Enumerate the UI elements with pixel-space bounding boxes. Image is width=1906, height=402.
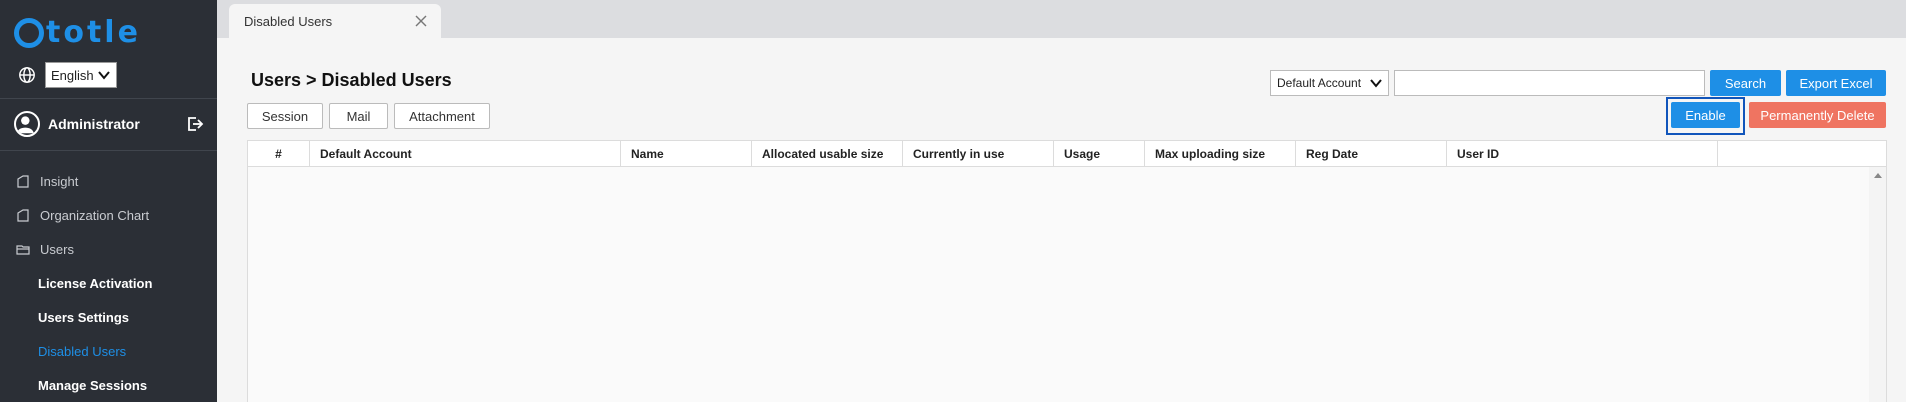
user-silhouette-icon	[16, 116, 34, 134]
language-row: English	[18, 62, 117, 88]
page-icon	[17, 209, 29, 222]
sidebar-item-label: Organization Chart	[40, 207, 150, 223]
table-header: # Default Account Name Allocated usable …	[248, 141, 1886, 167]
account-select-value: Default Account	[1277, 76, 1362, 90]
close-icon[interactable]	[415, 15, 427, 27]
account-select[interactable]: Default Account	[1270, 70, 1389, 96]
sidebar-divider	[0, 150, 217, 151]
folder-icon	[16, 245, 30, 255]
table-scrollbar[interactable]	[1869, 167, 1886, 402]
column-header-max-uploading-size[interactable]: Max uploading size	[1145, 141, 1296, 167]
scroll-up-arrow-icon[interactable]	[1874, 173, 1882, 178]
chevron-down-icon	[98, 71, 110, 80]
column-header-usage[interactable]: Usage	[1054, 141, 1145, 167]
tab-bar: Disabled Users	[217, 0, 1906, 38]
sidebar-item-label: Users	[40, 241, 74, 257]
page-icon	[17, 175, 29, 188]
tab-label: Disabled Users	[244, 13, 333, 29]
language-select[interactable]: English	[45, 62, 117, 88]
logo-ring-icon	[14, 18, 44, 48]
column-header-number[interactable]: #	[248, 141, 310, 167]
tab-disabled-users[interactable]: Disabled Users	[229, 4, 441, 38]
search-button[interactable]: Search	[1710, 70, 1781, 96]
user-name: Administrator	[48, 116, 140, 132]
chevron-down-icon	[1370, 79, 1382, 88]
sidebar-item-organization-chart[interactable]: Organization Chart	[0, 198, 217, 232]
sidebar-subitem-license-activation[interactable]: License Activation	[0, 266, 217, 300]
avatar[interactable]	[14, 111, 40, 137]
sidebar-item-users[interactable]: Users	[0, 232, 217, 266]
column-header-user-id[interactable]: User ID	[1447, 141, 1718, 167]
language-selected: English	[51, 67, 94, 83]
column-header-default-account[interactable]: Default Account	[310, 141, 621, 167]
users-table: # Default Account Name Allocated usable …	[247, 140, 1887, 402]
sidebar-divider	[0, 98, 217, 99]
globe-icon	[19, 67, 35, 83]
column-header-name[interactable]: Name	[621, 141, 752, 167]
sidebar-nav: Insight Organization Chart Users License…	[0, 164, 217, 402]
brand-logo[interactable]: totle	[14, 16, 141, 50]
permanently-delete-button[interactable]: Permanently Delete	[1749, 102, 1886, 128]
sidebar-subitem-manage-sessions[interactable]: Manage Sessions	[0, 368, 217, 402]
brand-name: totle	[46, 15, 141, 50]
column-header-currently-in-use[interactable]: Currently in use	[903, 141, 1054, 167]
column-header-reg-date[interactable]: Reg Date	[1296, 141, 1447, 167]
page-title: Users > Disabled Users	[251, 70, 452, 90]
mail-button[interactable]: Mail	[329, 103, 388, 129]
sidebar-item-insight[interactable]: Insight	[0, 164, 217, 198]
main-content: Users > Disabled Users Session Mail Atta…	[217, 38, 1906, 402]
session-button[interactable]: Session	[247, 103, 323, 129]
enable-button[interactable]: Enable	[1671, 102, 1740, 128]
logout-icon[interactable]	[186, 115, 204, 133]
sidebar-item-label: Insight	[40, 173, 79, 189]
sidebar-subitem-users-settings[interactable]: Users Settings	[0, 300, 217, 334]
user-row: Administrator	[14, 110, 204, 138]
column-header-allocated-size[interactable]: Allocated usable size	[752, 141, 903, 167]
search-input[interactable]	[1394, 70, 1705, 96]
export-excel-button[interactable]: Export Excel	[1786, 70, 1886, 96]
sidebar: totle English Administrator Insight Orga…	[0, 0, 217, 402]
sidebar-subitem-disabled-users[interactable]: Disabled Users	[0, 334, 217, 368]
attachment-button[interactable]: Attachment	[394, 103, 490, 129]
